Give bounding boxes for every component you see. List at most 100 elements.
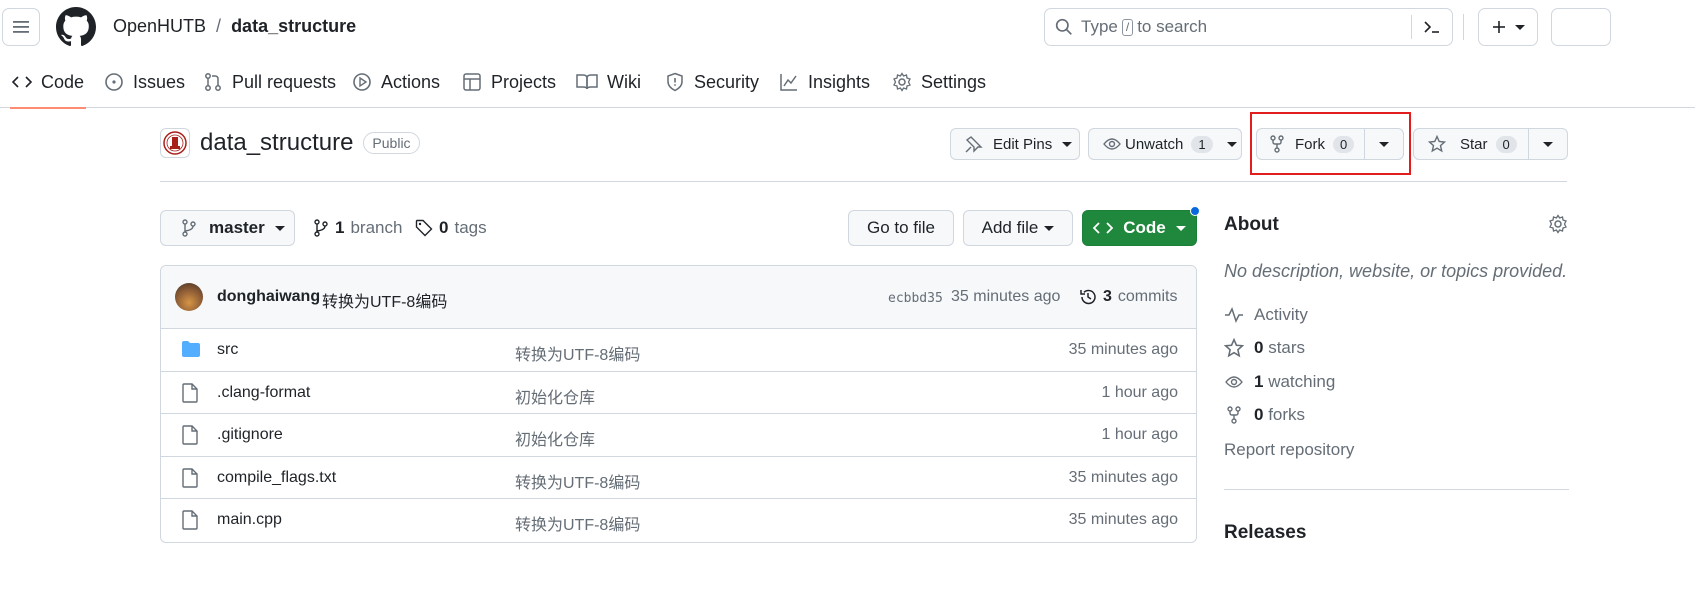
chevron-down-icon <box>1062 141 1073 147</box>
commit-author[interactable]: donghaiwang <box>217 288 320 306</box>
tab-pull-requests-label: Pull requests <box>232 71 337 92</box>
unwatch-label: Unwatch <box>1125 135 1184 153</box>
tab-wiki-label: Wiki <box>607 71 641 92</box>
star-icon <box>1428 135 1446 153</box>
file-name[interactable]: compile_flags.txt <box>217 469 336 487</box>
table-row[interactable]: .gitignore 初始化仓库 1 hour ago <box>161 414 1196 457</box>
notification-dot <box>1190 206 1200 216</box>
forks-label: forks <box>1268 405 1306 424</box>
command-palette-icon[interactable] <box>1422 17 1442 37</box>
forks-link[interactable]: 0 forks <box>1224 405 1305 425</box>
create-new-button[interactable] <box>1478 8 1538 46</box>
breadcrumb-owner[interactable]: OpenHUTB <box>113 16 206 37</box>
commit-sha[interactable]: ecbbd35 <box>888 291 943 306</box>
search-shortcut-key: / <box>1121 18 1134 36</box>
commits-link[interactable]: 3 commits <box>1079 288 1177 306</box>
table-row[interactable]: src 转换为UTF-8编码 35 minutes ago <box>161 329 1196 372</box>
pulse-icon <box>1225 307 1243 323</box>
tab-insights-label: Insights <box>808 71 871 92</box>
file-time: 35 minutes ago <box>1068 341 1178 358</box>
table-row[interactable]: main.cpp 转换为UTF-8编码 35 minutes ago <box>161 499 1196 542</box>
branch-count-label: branch <box>350 218 403 237</box>
eye-icon <box>1103 138 1121 150</box>
file-name[interactable]: .gitignore <box>217 426 283 444</box>
tab-projects[interactable]: Projects <box>462 56 556 108</box>
file-commit-message[interactable]: 转换为UTF-8编码 <box>515 469 640 493</box>
github-logo-icon[interactable] <box>56 7 96 47</box>
search-placeholder-rest: to search <box>1137 17 1208 36</box>
edit-pins-button[interactable]: Edit Pins <box>950 128 1080 160</box>
global-header: OpenHUTB / data_structure Type / to sear… <box>0 0 1695 56</box>
branch-icon <box>182 219 196 237</box>
header-divider-line <box>160 181 1567 182</box>
search-placeholder-type: Type <box>1081 17 1118 36</box>
code-dropdown-button[interactable]: Code <box>1082 210 1197 246</box>
pull-request-icon <box>205 73 221 91</box>
code-icon <box>1093 222 1114 234</box>
tab-wiki[interactable]: Wiki <box>576 56 641 108</box>
commit-time: 35 minutes ago <box>951 288 1061 305</box>
file-commit-message[interactable]: 初始化仓库 <box>515 426 595 450</box>
hamburger-icon <box>13 21 29 33</box>
star-button[interactable]: Star 0 <box>1413 128 1529 160</box>
tab-security[interactable]: Security <box>665 56 759 108</box>
shield-icon <box>667 72 683 92</box>
gear-icon[interactable] <box>1548 214 1568 234</box>
add-file-button[interactable]: Add file <box>963 210 1073 246</box>
tab-code[interactable]: Code <box>10 56 86 109</box>
tab-pull-requests[interactable]: Pull requests <box>203 56 336 108</box>
breadcrumb-repo[interactable]: data_structure <box>231 16 356 37</box>
file-time: 1 hour ago <box>1101 426 1178 443</box>
table-row[interactable]: .clang-format 初始化仓库 1 hour ago <box>161 372 1196 414</box>
tag-count: 0 <box>439 218 449 237</box>
commit-message[interactable]: 转换为UTF-8编码 <box>322 288 447 312</box>
releases-heading[interactable]: Releases <box>1224 522 1306 544</box>
folder-icon <box>182 341 200 357</box>
tags-link[interactable]: 0 tags <box>415 218 487 238</box>
header-divider <box>1463 14 1464 40</box>
star-dropdown-button[interactable] <box>1528 128 1568 160</box>
tab-insights[interactable]: Insights <box>779 56 870 108</box>
code-button-label: Code <box>1123 218 1166 237</box>
search-input[interactable]: Type / to search <box>1044 8 1453 46</box>
fork-icon <box>1227 406 1241 424</box>
branches-link[interactable]: 1 branch <box>313 218 402 238</box>
report-repository-link[interactable]: Report repository <box>1224 440 1354 460</box>
watching-link[interactable]: 1 watching <box>1224 372 1335 392</box>
go-to-file-button[interactable]: Go to file <box>848 210 954 246</box>
issues-shortcut-button[interactable] <box>1551 8 1611 46</box>
chevron-down-icon <box>1226 141 1237 147</box>
stars-count: 0 <box>1254 338 1264 357</box>
eye-icon <box>1225 376 1243 388</box>
repo-name[interactable]: data_structure <box>200 129 353 157</box>
menu-button[interactable] <box>2 8 40 46</box>
branch-select-button[interactable]: master <box>160 210 295 246</box>
file-icon <box>182 510 198 530</box>
branch-icon <box>314 219 328 237</box>
file-name[interactable]: src <box>217 341 238 359</box>
file-commit-message[interactable]: 转换为UTF-8编码 <box>515 511 640 535</box>
file-name[interactable]: .clang-format <box>217 384 310 402</box>
file-commit-message[interactable]: 转换为UTF-8编码 <box>515 341 640 365</box>
table-icon <box>463 73 481 91</box>
tab-issues[interactable]: Issues <box>104 56 185 108</box>
table-row[interactable]: compile_flags.txt 转换为UTF-8编码 35 minutes … <box>161 457 1196 499</box>
plus-icon <box>1493 21 1505 33</box>
gear-icon <box>893 72 911 92</box>
author-avatar[interactable] <box>175 283 203 311</box>
file-commit-message[interactable]: 初始化仓库 <box>515 384 595 408</box>
tab-security-label: Security <box>694 71 760 92</box>
tab-settings-label: Settings <box>921 71 987 92</box>
tab-projects-label: Projects <box>491 71 557 92</box>
tab-actions[interactable]: Actions <box>352 56 440 108</box>
latest-commit-row: donghaiwang 转换为UTF-8编码 ecbbd35 35 minute… <box>161 266 1196 329</box>
org-avatar[interactable] <box>160 128 190 158</box>
stars-link[interactable]: 0 stars <box>1224 338 1305 358</box>
unwatch-button[interactable]: Unwatch 1 <box>1088 128 1242 160</box>
chevron-down-icon <box>1515 24 1525 30</box>
file-name[interactable]: main.cpp <box>217 511 282 529</box>
search-icon <box>1055 18 1072 35</box>
star-icon <box>1224 338 1244 358</box>
tab-settings[interactable]: Settings <box>892 56 986 108</box>
activity-link[interactable]: Activity <box>1224 305 1308 325</box>
